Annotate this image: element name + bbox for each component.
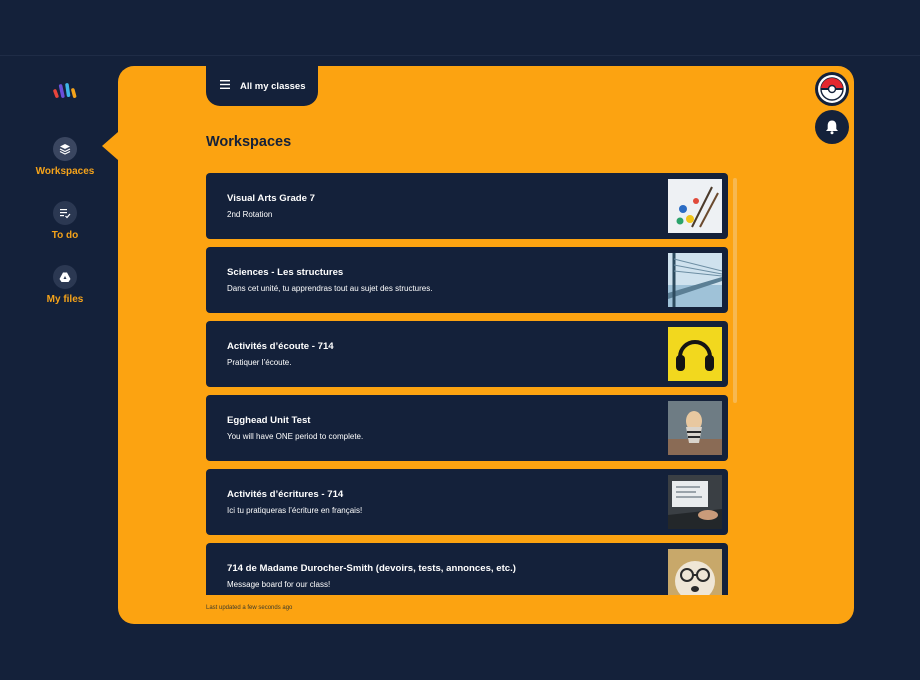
user-avatar[interactable] <box>815 72 849 106</box>
bridge-image <box>668 253 722 307</box>
workspace-card[interactable]: Egghead Unit Test You will have ONE peri… <box>206 395 728 461</box>
card-description: You will have ONE period to complete. <box>227 432 364 441</box>
sidebar-item-workspaces[interactable]: Workspaces <box>30 137 100 177</box>
card-title: 714 de Madame Durocher-Smith (devoirs, t… <box>227 563 516 574</box>
page-title: Workspaces <box>206 134 292 150</box>
workspace-card[interactable]: Activités d’écritures - 714 Ici tu prati… <box>206 469 728 535</box>
card-title: Egghead Unit Test <box>227 415 311 426</box>
workspace-card[interactable]: Activités d’écoute - 714 Pratiquer l’éco… <box>206 321 728 387</box>
workspace-list: Visual Arts Grade 7 2nd Rotation Science… <box>206 173 728 595</box>
dog-glasses-image <box>668 549 722 595</box>
card-title: Activités d’écritures - 714 <box>227 489 344 500</box>
layers-icon <box>53 137 77 161</box>
all-classes-button[interactable]: All my classes <box>206 66 318 106</box>
card-description: Message board for our class! <box>227 580 331 589</box>
card-description: Pratiquer l’écoute. <box>227 358 292 367</box>
card-description: 2nd Rotation <box>227 210 273 219</box>
pokeball-avatar-icon <box>818 75 846 103</box>
sidebar-item-label: To do <box>51 230 79 241</box>
sidebar-item-label: My files <box>46 294 84 305</box>
selection-pointer <box>102 132 118 160</box>
card-title: Visual Arts Grade 7 <box>227 193 315 204</box>
card-title: Sciences - Les structures <box>227 267 344 278</box>
paint-palette-image <box>668 179 722 233</box>
list-scrollbar[interactable] <box>733 178 737 403</box>
menu-icon <box>220 80 230 92</box>
workspace-card[interactable]: 714 de Madame Durocher-Smith (devoirs, t… <box>206 543 728 595</box>
app-logo <box>53 83 77 98</box>
sidebar-item-todo[interactable]: To do <box>30 201 100 241</box>
workspace-card[interactable]: Visual Arts Grade 7 2nd Rotation <box>206 173 728 239</box>
top-divider <box>0 55 920 56</box>
card-description: Ici tu pratiqueras l’écriture en françai… <box>227 506 363 515</box>
bell-icon <box>826 120 838 135</box>
sidebar-item-label: Workspaces <box>35 166 95 177</box>
notifications-button[interactable] <box>815 110 849 144</box>
egg-cup-image <box>668 401 722 455</box>
laptop-image <box>668 475 722 529</box>
workspace-card[interactable]: Sciences - Les structures Dans cet unité… <box>206 247 728 313</box>
checklist-icon <box>53 201 77 225</box>
all-classes-label: All my classes <box>240 80 306 92</box>
sidebar-item-myfiles[interactable]: My files <box>30 265 100 305</box>
headphones-image <box>668 327 722 381</box>
drive-icon <box>53 265 77 289</box>
card-title: Activités d’écoute - 714 <box>227 341 334 352</box>
card-description: Dans cet unité, tu apprendras tout au su… <box>227 284 433 293</box>
last-updated-text: Last updated a few seconds ago <box>206 605 293 611</box>
